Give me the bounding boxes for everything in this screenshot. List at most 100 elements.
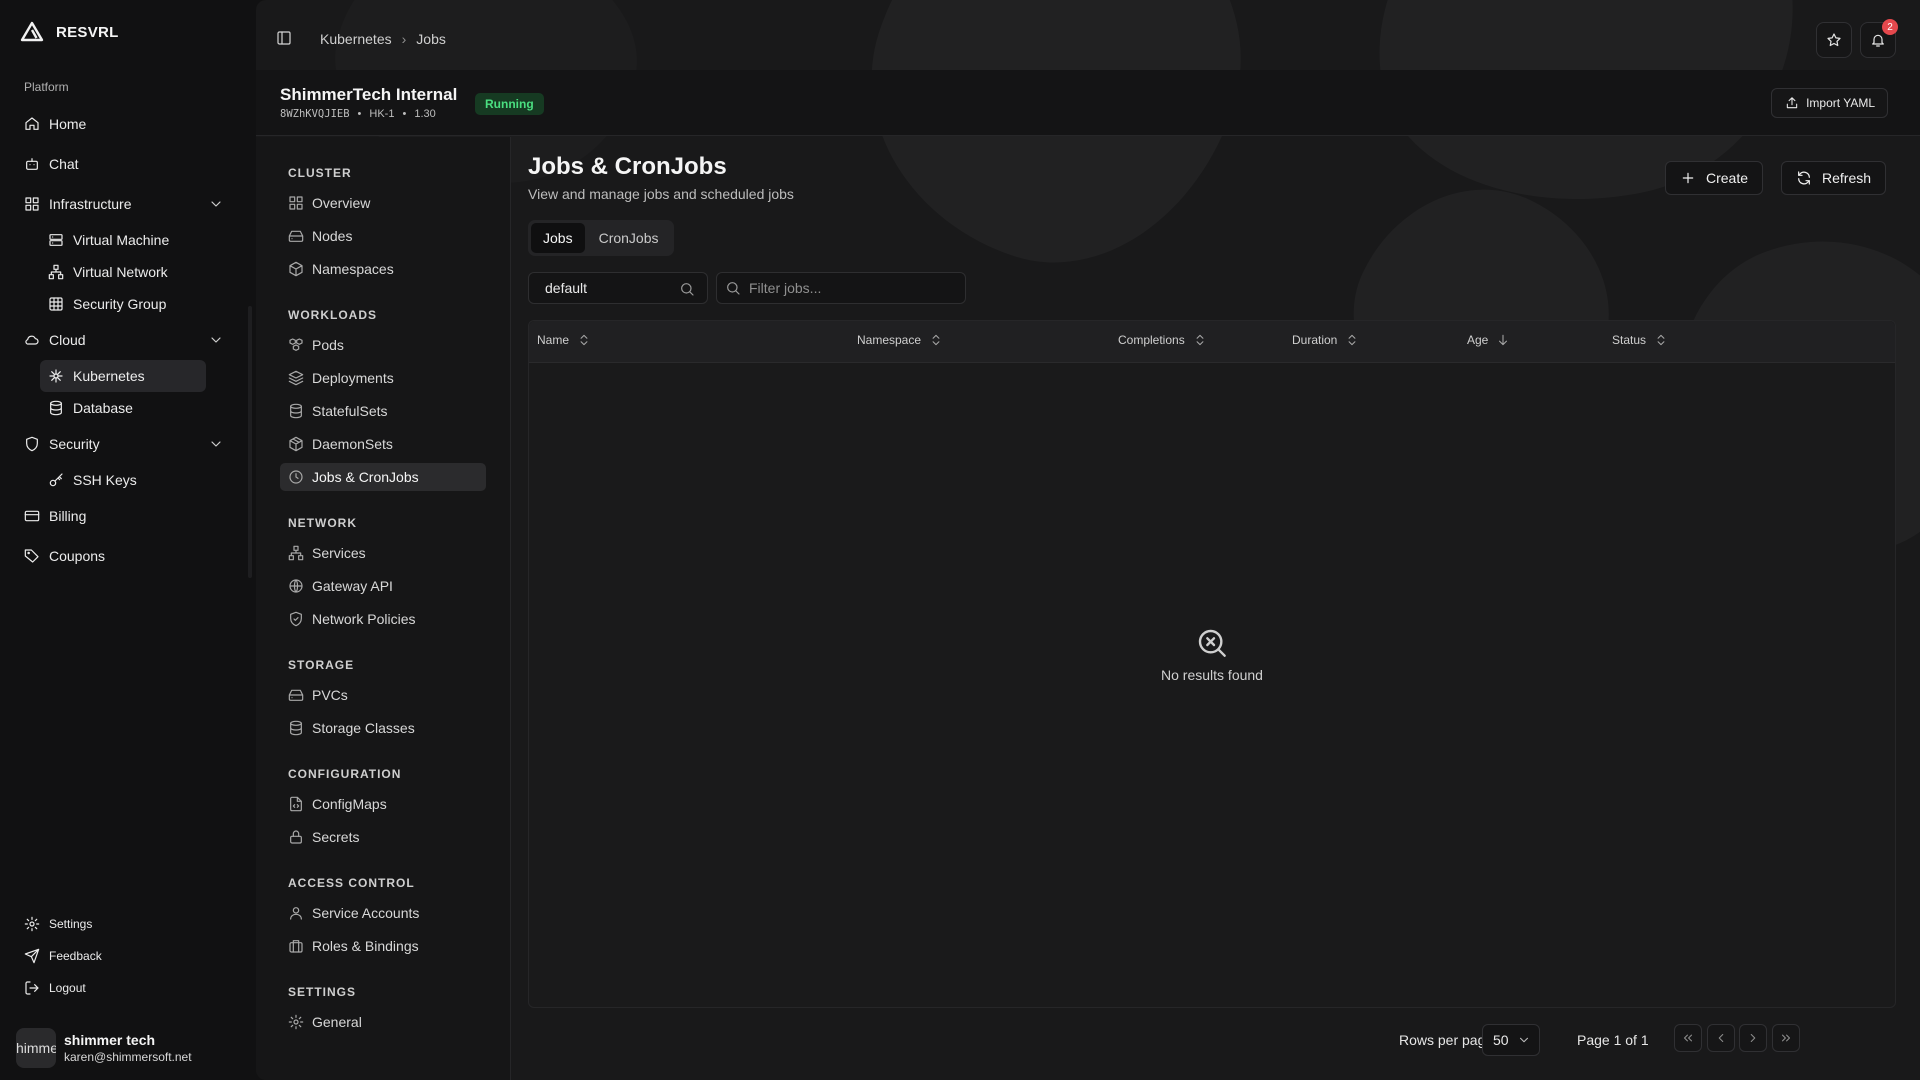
nav-item-gateway-api[interactable]: Gateway API xyxy=(280,572,486,600)
last-page-button[interactable] xyxy=(1772,1024,1800,1052)
column-header-completions[interactable]: Completions xyxy=(1118,333,1207,347)
database-icon xyxy=(48,400,64,416)
sidebar-item-home[interactable]: Home xyxy=(12,104,234,144)
nav-item-pods[interactable]: Pods xyxy=(280,331,486,359)
sidebar-group-label: Platform xyxy=(24,80,69,94)
column-header-duration[interactable]: Duration xyxy=(1292,333,1359,347)
notifications-button[interactable]: 2 xyxy=(1860,19,1898,58)
create-button[interactable]: Create xyxy=(1665,161,1764,195)
chevron-down-icon[interactable] xyxy=(208,196,224,212)
namespace-value: default xyxy=(545,280,588,296)
notification-count-badge: 2 xyxy=(1882,19,1898,35)
cloud-icon xyxy=(24,332,40,348)
nav-item-label: General xyxy=(312,1014,362,1030)
rows-per-page-select[interactable]: 50 xyxy=(1482,1024,1540,1056)
sidebar-item-database[interactable]: Database xyxy=(40,392,206,424)
logout-icon xyxy=(24,980,40,996)
filter-jobs-input[interactable] xyxy=(749,280,949,296)
cluster-version: 1.30 xyxy=(414,108,436,120)
nav-item-namespaces[interactable]: Namespaces xyxy=(280,255,486,283)
sidebar-item-settings[interactable]: Settings xyxy=(12,908,234,940)
sidebar-submenu-cloud: Kubernetes Database xyxy=(40,360,234,424)
sidebar-item-coupons[interactable]: Coupons xyxy=(12,536,234,576)
chevron-right-icon xyxy=(1745,1030,1761,1046)
sidebar-submenu-security: SSH Keys xyxy=(40,464,234,496)
nav-item-label: Namespaces xyxy=(312,261,394,277)
sidebar-item-label: Virtual Network xyxy=(73,264,168,280)
send-icon xyxy=(24,948,40,964)
nav-item-configmaps[interactable]: ConfigMaps xyxy=(280,790,486,818)
breadcrumb-item[interactable]: Kubernetes xyxy=(320,31,392,47)
sidebar-item-chat[interactable]: Chat xyxy=(12,144,234,184)
sidebar-item-feedback[interactable]: Feedback xyxy=(12,940,234,972)
nav-item-jobs-cronjobs[interactable]: Jobs & CronJobs xyxy=(280,463,486,491)
nav-item-general[interactable]: General xyxy=(280,1008,486,1036)
nav-item-nodes[interactable]: Nodes xyxy=(280,222,486,250)
column-header-name[interactable]: Name xyxy=(537,333,591,347)
tab-cronjobs[interactable]: CronJobs xyxy=(587,223,671,253)
lock-icon xyxy=(288,829,304,845)
sidebar-item-security-group[interactable]: Security Group xyxy=(40,288,206,320)
sidebar-item-kubernetes[interactable]: Kubernetes xyxy=(40,360,206,392)
first-page-button[interactable] xyxy=(1674,1024,1702,1052)
nav-item-statefulsets[interactable]: StatefulSets xyxy=(280,397,486,425)
previous-page-button[interactable] xyxy=(1707,1024,1735,1052)
chevron-down-icon[interactable] xyxy=(208,436,224,452)
import-yaml-button[interactable]: Import YAML xyxy=(1771,88,1888,118)
hard-drive-icon xyxy=(288,228,304,244)
nav-item-pvcs[interactable]: PVCs xyxy=(280,681,486,709)
plus-icon xyxy=(1680,170,1696,186)
refresh-button[interactable]: Refresh xyxy=(1781,161,1887,195)
sort-icon xyxy=(1345,333,1359,347)
sidebar-item-logout[interactable]: Logout xyxy=(12,972,234,1004)
column-header-status[interactable]: Status xyxy=(1612,333,1668,347)
globe-icon xyxy=(288,578,304,594)
tab-jobs[interactable]: Jobs xyxy=(531,223,585,253)
section-title-settings: SETTINGS xyxy=(288,985,357,999)
chevrons-right-icon xyxy=(1778,1030,1794,1046)
sidebar-scrollbar[interactable] xyxy=(248,306,252,578)
nav-item-label: Nodes xyxy=(312,228,353,244)
meta-separator: • xyxy=(357,108,362,120)
user-profile[interactable]: himme shimmer tech karen@shimmersoft.net xyxy=(16,1028,192,1068)
gear-icon xyxy=(24,916,40,932)
nav-item-deployments[interactable]: Deployments xyxy=(280,364,486,392)
favorite-button[interactable] xyxy=(1816,22,1852,58)
sidebar-item-cloud[interactable]: Cloud xyxy=(12,320,234,360)
next-page-button[interactable] xyxy=(1739,1024,1767,1052)
sidebar-nav: Home Chat Infrastructure Virtual Machine… xyxy=(12,104,234,576)
sidebar-toggle-icon[interactable] xyxy=(276,30,292,46)
sidebar-item-virtual-network[interactable]: Virtual Network xyxy=(40,256,206,288)
nav-item-label: Network Policies xyxy=(312,611,416,627)
create-label: Create xyxy=(1706,170,1749,186)
tag-icon xyxy=(24,548,40,564)
box-icon xyxy=(288,261,304,277)
credit-card-icon xyxy=(24,508,40,524)
package-icon xyxy=(288,436,304,452)
nav-item-secrets[interactable]: Secrets xyxy=(280,823,486,851)
nav-item-overview[interactable]: Overview xyxy=(280,189,486,217)
chevron-down-icon[interactable] xyxy=(208,332,224,348)
sidebar-item-virtual-machine[interactable]: Virtual Machine xyxy=(40,224,206,256)
user-icon xyxy=(288,905,304,921)
nav-item-service-accounts[interactable]: Service Accounts xyxy=(280,899,486,927)
rows-per-page-label: Rows per page xyxy=(1399,1032,1494,1048)
nav-item-storage-classes[interactable]: Storage Classes xyxy=(280,714,486,742)
nav-item-roles-bindings[interactable]: Roles & Bindings xyxy=(280,932,486,960)
tab-list: Jobs CronJobs xyxy=(528,220,674,256)
brand[interactable]: RESVRL xyxy=(20,20,119,44)
sidebar-item-infrastructure[interactable]: Infrastructure xyxy=(12,184,234,224)
column-header-age[interactable]: Age xyxy=(1467,333,1510,347)
nav-item-daemonsets[interactable]: DaemonSets xyxy=(280,430,486,458)
briefcase-icon xyxy=(288,938,304,954)
column-header-namespace[interactable]: Namespace xyxy=(857,333,943,347)
status-badge: Running xyxy=(475,93,544,115)
sidebar-item-billing[interactable]: Billing xyxy=(12,496,234,536)
namespace-select[interactable]: default xyxy=(528,272,708,304)
nav-item-services[interactable]: Services xyxy=(280,539,486,567)
sidebar-item-security[interactable]: Security xyxy=(12,424,234,464)
shield-icon xyxy=(24,436,40,452)
nav-item-network-policies[interactable]: Network Policies xyxy=(280,605,486,633)
sidebar-item-ssh-keys[interactable]: SSH Keys xyxy=(40,464,206,496)
sidebar-item-label: Database xyxy=(73,400,133,416)
